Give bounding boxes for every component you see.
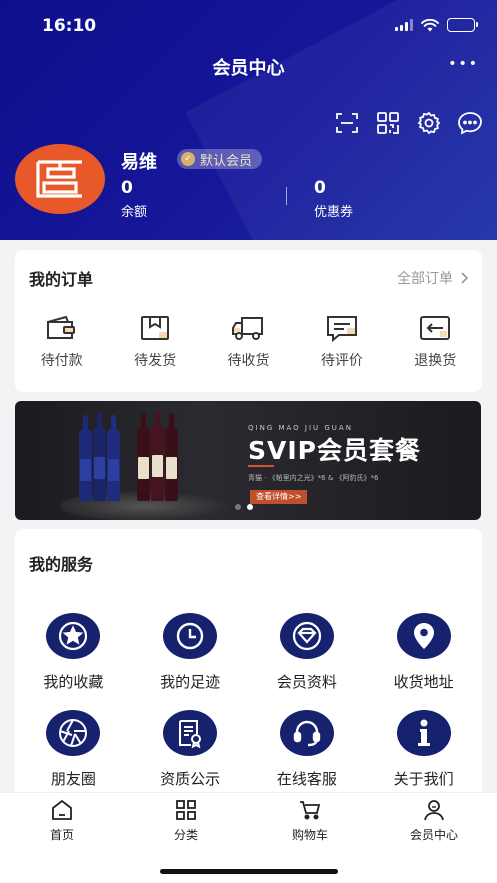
order-pending-receipt[interactable]: 待收货 (208, 312, 288, 370)
avatar[interactable] (15, 144, 105, 214)
tab-home[interactable]: 首页 (22, 799, 102, 843)
service-member-profile[interactable]: 会员资料 (249, 613, 366, 692)
all-orders-link[interactable]: 全部订单 (397, 268, 468, 288)
signal-icon (395, 19, 413, 31)
balance-label: 余额 (121, 205, 148, 220)
gear-icon[interactable] (416, 110, 442, 136)
balance-stat[interactable]: 0 余额 (121, 178, 147, 220)
return-icon (417, 312, 453, 344)
order-returns[interactable]: 退换货 (395, 312, 475, 370)
service-favorites[interactable]: 我的收藏 (15, 613, 132, 692)
service-about-us[interactable]: 关于我们 (365, 710, 482, 789)
my-services-card: 我的服务 我的收藏 我的足迹 会员资料 收货地址 朋友圈 资质公示 在线客服 关… (15, 529, 482, 799)
diamond-icon (279, 613, 334, 659)
member-header: 16:10 会员中心 ••• 易维 ✓ 默认会员 0 余额 0 优惠券 (0, 0, 497, 240)
cart-icon (300, 801, 321, 820)
order-status-row: 待付款 待发货 待收货 待评价 退换货 (15, 312, 482, 370)
location-icon (396, 613, 451, 659)
headset-icon (279, 710, 334, 756)
banner-details-button[interactable]: 查看详情>> (250, 490, 308, 504)
page-title: 会员中心 (212, 58, 285, 79)
info-icon (396, 710, 451, 756)
service-label: 我的收藏 (43, 673, 104, 691)
services-title: 我的服务 (29, 555, 94, 574)
orders-title: 我的订单 (29, 270, 94, 289)
wifi-icon (421, 18, 439, 31)
qr-code-icon[interactable] (375, 110, 401, 136)
status-bar: 16:10 (0, 0, 497, 50)
package-icon (137, 312, 173, 344)
certificate-icon (163, 710, 218, 756)
all-orders-label: 全部订单 (397, 271, 453, 287)
order-item-label: 待收货 (227, 353, 270, 369)
stat-divider (286, 187, 287, 205)
service-label: 收货地址 (393, 673, 454, 691)
tab-cart[interactable]: 购物车 (270, 799, 350, 843)
chat-icon[interactable] (457, 110, 483, 136)
services-grid: 我的收藏 我的足迹 会员资料 收货地址 朋友圈 资质公示 在线客服 关于我们 (15, 613, 482, 789)
header-toolbar (334, 110, 483, 136)
tab-label: 分类 (173, 828, 198, 842)
order-item-label: 待付款 (40, 353, 83, 369)
user-name: 易维 (121, 152, 157, 173)
chevron-right-icon (461, 272, 468, 284)
grid-icon (176, 800, 196, 820)
vip-crown-icon: ✓ (181, 152, 195, 166)
carousel-dot[interactable] (235, 504, 241, 510)
member-level-label: 默认会员 (200, 153, 253, 169)
service-moments[interactable]: 朋友圈 (15, 710, 132, 789)
status-icons (395, 18, 478, 32)
truck-icon (230, 312, 266, 344)
service-label: 资质公示 (160, 770, 221, 788)
service-label: 关于我们 (393, 770, 454, 788)
camera-shutter-icon (46, 710, 101, 756)
svip-promo-banner[interactable]: QING MAO JIU GUAN SVIP会员套餐 青猫 · 《帕里内之光》*… (15, 401, 481, 520)
order-item-label: 待发货 (134, 353, 177, 369)
home-indicator (160, 869, 338, 874)
star-icon (46, 613, 101, 659)
carousel-dot-active[interactable] (247, 504, 253, 510)
carousel-indicator (235, 504, 253, 510)
tab-label: 会员中心 (409, 828, 458, 842)
status-time: 16:10 (42, 16, 97, 36)
service-label: 会员资料 (276, 673, 337, 691)
tab-categories[interactable]: 分类 (146, 799, 226, 843)
service-customer-support[interactable]: 在线客服 (249, 710, 366, 789)
clock-icon (163, 613, 218, 659)
coupon-value: 0 (314, 178, 326, 198)
tab-label: 购物车 (291, 828, 328, 842)
wallet-icon (44, 312, 80, 344)
balance-value: 0 (121, 178, 133, 198)
my-orders-card: 我的订单 全部订单 待付款 待发货 待收货 待评价 退换货 (15, 250, 482, 392)
battery-icon (447, 18, 478, 32)
home-icon (52, 799, 72, 820)
order-pending-payment[interactable]: 待付款 (22, 312, 102, 370)
user-icon (424, 800, 444, 821)
comment-icon (324, 312, 360, 344)
service-qualifications[interactable]: 资质公示 (132, 710, 249, 789)
order-pending-review[interactable]: 待评价 (302, 312, 382, 370)
banner-accent-line (248, 465, 274, 467)
order-pending-shipment[interactable]: 待发货 (115, 312, 195, 370)
store-logo-icon (36, 160, 82, 198)
coupon-label: 优惠券 (314, 205, 354, 220)
tab-member-center[interactable]: 会员中心 (394, 799, 474, 843)
service-history[interactable]: 我的足迹 (132, 613, 249, 692)
order-item-label: 退换货 (414, 353, 457, 369)
coupon-stat[interactable]: 0 优惠券 (314, 178, 353, 220)
service-label: 在线客服 (276, 770, 337, 788)
order-item-label: 待评价 (320, 353, 363, 369)
service-label: 我的足迹 (160, 673, 221, 691)
scan-icon[interactable] (334, 110, 360, 136)
service-label: 朋友圈 (50, 770, 96, 788)
member-level-badge[interactable]: ✓ 默认会员 (177, 149, 263, 169)
banner-description: 青猫 · 《帕里内之光》*6 & 《阿豹氏》*6 (248, 474, 379, 482)
more-options-icon[interactable]: ••• (448, 56, 479, 72)
banner-title: SVIP会员套餐 (248, 436, 421, 465)
tab-label: 首页 (49, 828, 74, 842)
service-address[interactable]: 收货地址 (365, 613, 482, 692)
